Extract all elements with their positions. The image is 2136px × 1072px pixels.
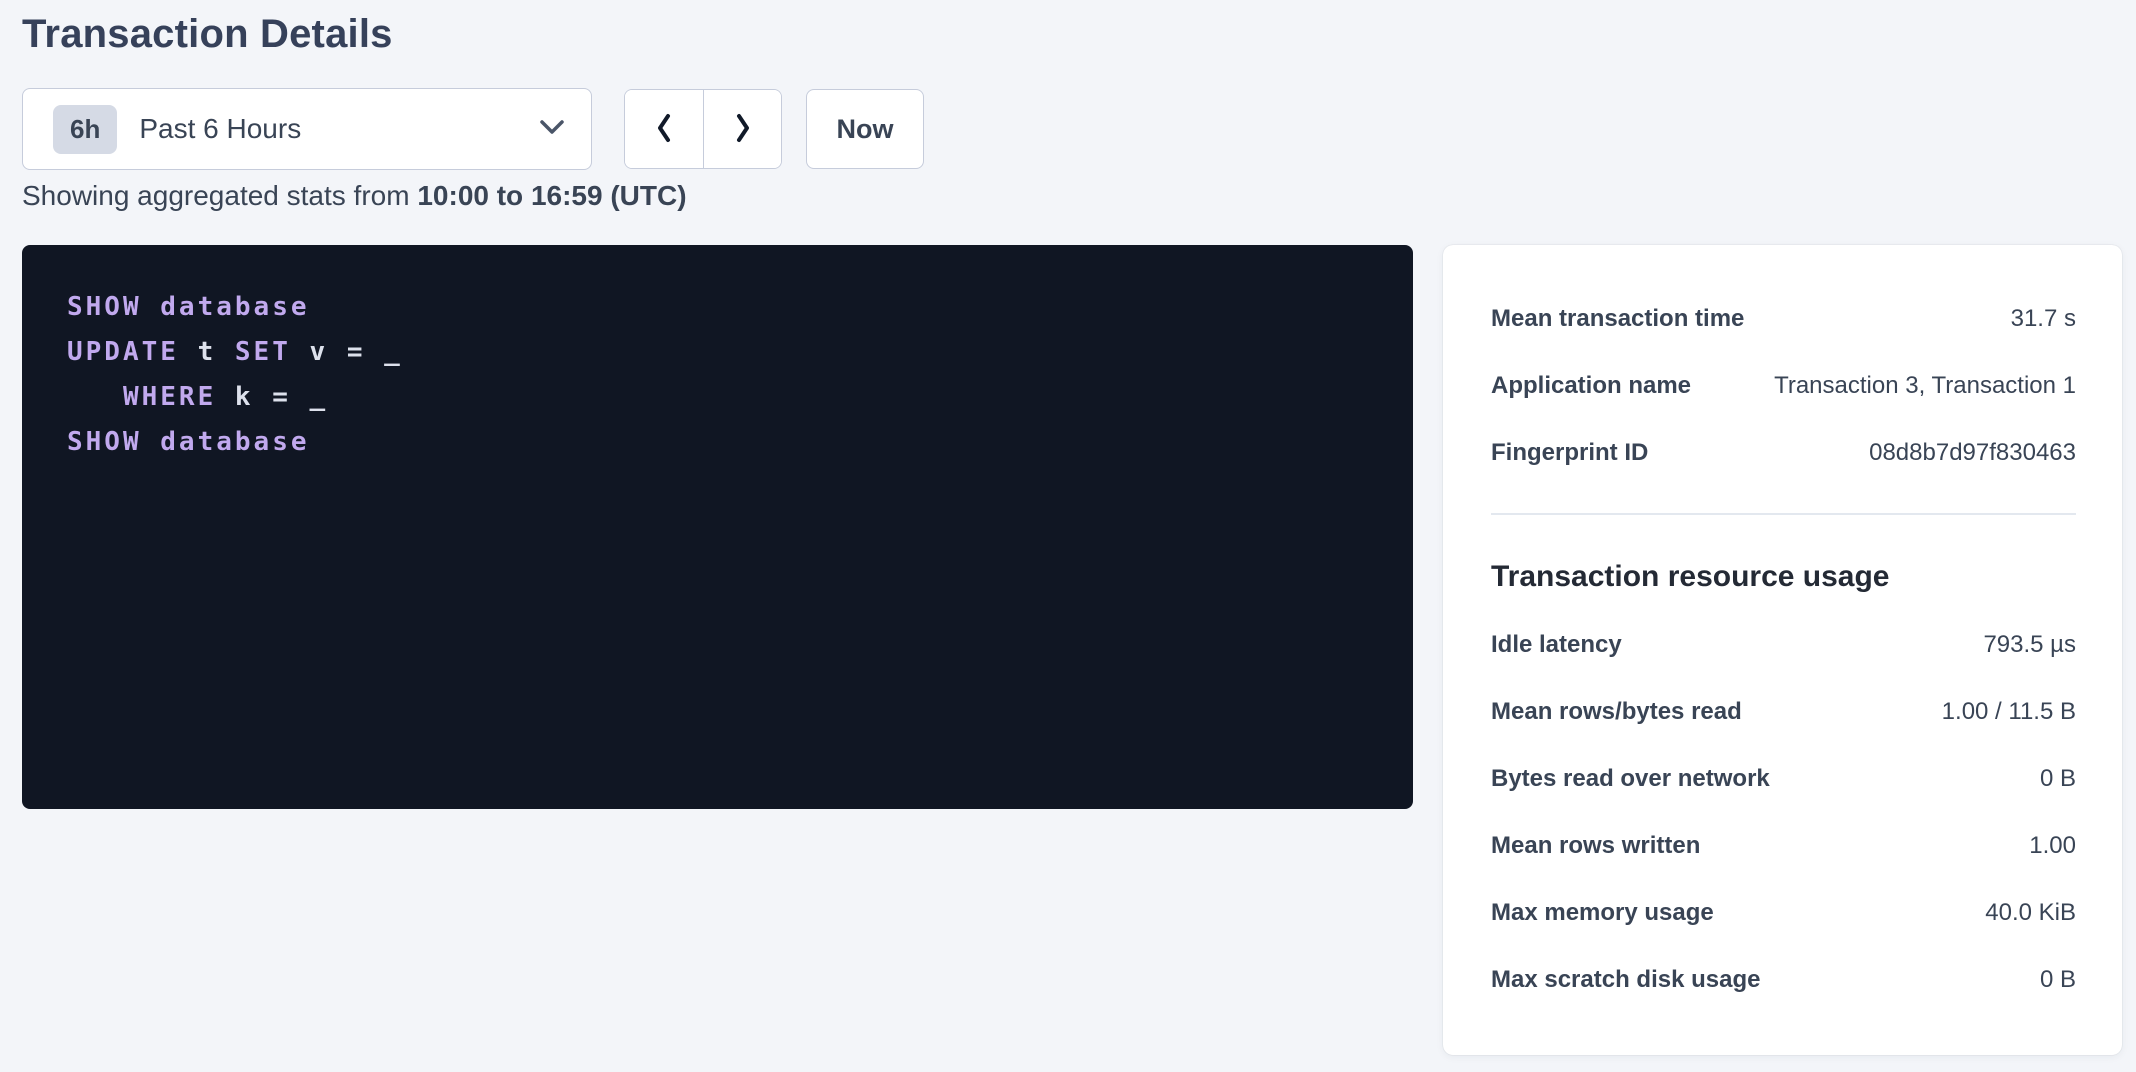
time-range-badge: 6h [53, 105, 117, 154]
summary-top-rows: Mean transaction time 31.7 s Application n… [1491, 285, 2076, 486]
summary-card: Mean transaction time 31.7 s Application n… [1443, 245, 2122, 1055]
prev-range-button[interactable] [625, 90, 703, 168]
sql-text: v = _ [291, 337, 403, 367]
caption-range: 10:00 to 16:59 (UTC) [417, 180, 686, 211]
aggregated-stats-caption: Showing aggregated stats from 10:00 to 1… [22, 180, 687, 212]
sql-statement-box: SHOW databaseUPDATE t SET v = _ WHERE k … [22, 245, 1413, 809]
sql-text: t [179, 337, 235, 367]
summary-row-label: Mean rows/bytes read [1491, 698, 1742, 726]
time-range-label: Past 6 Hours [139, 113, 301, 145]
sql-code-line: SHOW database [67, 420, 1368, 465]
summary-row-label: Max memory usage [1491, 899, 1714, 927]
sql-keyword: SHOW [67, 427, 142, 457]
sql-text [142, 292, 161, 322]
summary-row-value: 08d8b7d97f830463 [1869, 439, 2076, 467]
summary-row-value: Transaction 3, Transaction 1 [1774, 372, 2076, 400]
content-area: SHOW databaseUPDATE t SET v = _ WHERE k … [22, 245, 2122, 1055]
sql-statement-code: SHOW databaseUPDATE t SET v = _ WHERE k … [67, 285, 1368, 465]
time-range-dropdown[interactable]: 6h Past 6 Hours [22, 88, 592, 170]
summary-row-value: 793.5 µs [1983, 631, 2076, 659]
sql-code-line: WHERE k = _ [67, 375, 1368, 420]
summary-row-value: 0 B [2040, 765, 2076, 793]
summary-row-label: Application name [1491, 372, 1691, 400]
summary-row: Fingerprint ID 08d8b7d97f830463 [1491, 419, 2076, 486]
page-title: Transaction Details [22, 12, 393, 57]
sql-keyword: database [160, 427, 309, 457]
sql-keyword: database [160, 292, 309, 322]
transaction-details-page: Transaction Details 6h Past 6 Hours [0, 0, 2136, 1072]
summary-resource-rows: Idle latency 793.5 µs Mean rows/bytes read… [1491, 611, 2076, 1013]
caption-prefix: Showing aggregated stats from [22, 180, 417, 211]
summary-row: Mean transaction time 31.7 s [1491, 285, 2076, 352]
now-button[interactable]: Now [806, 89, 924, 169]
sql-keyword: WHERE [123, 382, 216, 412]
sql-keyword: SET [235, 337, 291, 367]
summary-row-value: 1.00 / 11.5 B [1942, 698, 2076, 726]
time-range-arrows [624, 89, 782, 169]
chevron-down-icon [539, 119, 565, 140]
summary-row-value: 40.0 KiB [1985, 899, 2076, 927]
sql-code-line: SHOW database [67, 285, 1368, 330]
sql-keyword: UPDATE [67, 337, 179, 367]
sql-keyword: SHOW [67, 292, 142, 322]
next-range-button[interactable] [703, 90, 781, 168]
summary-row-label: Fingerprint ID [1491, 439, 1648, 467]
time-controls: 6h Past 6 Hours [22, 88, 924, 170]
card-divider [1491, 513, 2076, 515]
summary-row: Mean rows/bytes read 1.00 / 11.5 B [1491, 678, 2076, 745]
summary-row-value: 1.00 [2029, 832, 2076, 860]
summary-row-label: Mean rows written [1491, 832, 1700, 860]
sql-code-line: UPDATE t SET v = _ [67, 330, 1368, 375]
chevron-left-icon [655, 113, 673, 146]
chevron-right-icon [734, 113, 752, 146]
summary-row-label: Bytes read over network [1491, 765, 1770, 793]
summary-row-label: Max scratch disk usage [1491, 966, 1760, 994]
sql-text [142, 427, 161, 457]
summary-row-label: Idle latency [1491, 631, 1622, 659]
summary-row: Idle latency 793.5 µs [1491, 611, 2076, 678]
summary-row: Mean rows written 1.00 [1491, 812, 2076, 879]
summary-row-value: 0 B [2040, 966, 2076, 994]
summary-row-label: Mean transaction time [1491, 305, 1744, 333]
resource-usage-heading: Transaction resource usage [1491, 557, 2076, 597]
summary-row: Max scratch disk usage 0 B [1491, 946, 2076, 1013]
sql-text [67, 382, 123, 412]
summary-row-value: 31.7 s [2011, 305, 2076, 333]
sql-text: k = _ [216, 382, 328, 412]
summary-row: Bytes read over network 0 B [1491, 745, 2076, 812]
summary-row: Max memory usage 40.0 KiB [1491, 879, 2076, 946]
summary-row: Application name Transaction 3, Transacti… [1491, 352, 2076, 419]
